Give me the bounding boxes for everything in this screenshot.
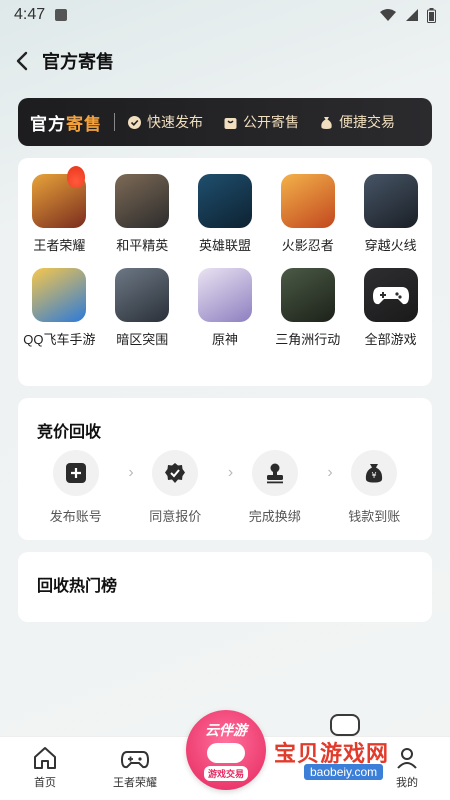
hot-recycle-title: 回收热门榜: [37, 578, 118, 595]
game-grid-card: 王者荣耀 和平精英 英雄联盟 火影忍者 穿越火线 QQ飞车手游 暗区突围 原神 三角洲行动 全部游…: [18, 158, 432, 386]
check-seal-icon: [165, 463, 186, 483]
game-thumbnail: [197, 174, 252, 228]
feature-easy-trade: 便捷交易: [319, 112, 395, 132]
game-thumbnail: [115, 268, 170, 322]
game-item[interactable]: 暗区突围: [101, 268, 184, 348]
gamepad-logo-icon: [330, 714, 360, 736]
game-item[interactable]: QQ飞车手游: [18, 268, 101, 348]
game-label: 火影忍者: [281, 238, 334, 253]
recycle-steps: 发布账号 › 同意报价 › 完成换绑 › ¥ 钱款到账: [18, 450, 432, 525]
money-bag-icon: [319, 115, 334, 130]
bid-recycle-title: 竞价回收: [37, 424, 102, 441]
game-thumbnail: [115, 174, 170, 228]
game-thumbnail: [280, 268, 335, 322]
game-label: 三角洲行动: [275, 332, 341, 347]
tab-game-trade[interactable]: 云伴游 游戏交易: [186, 710, 266, 790]
feature-public-consign: 公开寄售: [223, 112, 299, 132]
game-thumbnail: [32, 268, 87, 322]
bag-icon: [223, 115, 238, 130]
step-agree-quote: 同意报价 ›: [135, 450, 233, 525]
game-thumbnail: [363, 174, 418, 228]
feature-fast-publish: 快速发布: [127, 112, 203, 132]
all-games-icon: [363, 268, 418, 322]
game-label: 全部游戏: [364, 332, 417, 347]
svg-text:¥: ¥: [372, 471, 377, 480]
game-item[interactable]: 王者荣耀: [18, 166, 101, 254]
hot-flame-icon: [66, 166, 85, 188]
status-time: 4:47: [14, 6, 46, 23]
bid-recycle-card: 竞价回收 发布账号 › 同意报价 › 完成换绑 › ¥ 钱款到账: [18, 398, 432, 540]
chevron-right-icon: ›: [128, 464, 134, 481]
step-complete-rebind: 完成换绑 ›: [235, 450, 333, 525]
game-item[interactable]: 穿越火线: [349, 174, 432, 254]
tab-wzry[interactable]: 王者荣耀: [90, 748, 180, 800]
battery-icon: [427, 7, 436, 23]
banner-brand: 官方寄售: [30, 114, 102, 134]
signal-icon: [406, 9, 418, 21]
money-bag-icon: ¥: [366, 464, 383, 483]
notification-icon: [55, 9, 68, 21]
hot-recycle-card: 回收热门榜: [18, 552, 432, 622]
wifi-icon: [380, 9, 396, 21]
game-thumbnail: [197, 268, 252, 322]
game-label: 英雄联盟: [198, 238, 251, 253]
game-item[interactable]: 三角洲行动: [266, 268, 349, 348]
gamepad-icon: [121, 751, 149, 769]
banner-divider: [114, 113, 115, 131]
game-item[interactable]: 和平精英: [101, 174, 184, 254]
step-payment-received: ¥ 钱款到账: [334, 450, 414, 525]
game-label: 原神: [211, 332, 238, 347]
stamp-icon: [266, 463, 283, 484]
game-label: 和平精英: [116, 238, 169, 253]
page-header: 官方寄售: [0, 44, 450, 78]
game-grid: 王者荣耀 和平精英 英雄联盟 火影忍者 穿越火线 QQ飞车手游 暗区突围 原神 三角洲行动 全部游…: [18, 166, 432, 348]
watermark-logo: 宝贝游戏网 baobeiy.com: [270, 714, 450, 784]
game-label: QQ飞车手游: [23, 332, 96, 347]
game-thumbnail: [280, 174, 335, 228]
game-item[interactable]: 英雄联盟: [184, 174, 267, 254]
plus-square-icon: [65, 463, 86, 483]
game-label: 穿越火线: [364, 238, 417, 253]
page-title: 官方寄售: [42, 52, 114, 72]
status-bar: 4:47: [0, 0, 450, 30]
chevron-right-icon: ›: [227, 464, 234, 481]
game-item[interactable]: 原神: [184, 268, 267, 348]
tab-home[interactable]: 首页: [0, 746, 90, 800]
game-item[interactable]: 火影忍者: [266, 174, 349, 254]
game-label: 暗区突围: [116, 332, 169, 347]
consignment-banner: 官方寄售 快速发布 公开寄售 便捷交易: [18, 98, 432, 146]
home-icon: [34, 747, 56, 769]
cloud-icon: [207, 742, 245, 763]
game-label: 王者荣耀: [33, 238, 86, 253]
check-badge-icon: [127, 115, 142, 130]
step-publish-account: 发布账号 ›: [36, 450, 134, 525]
game-item[interactable]: 全部游戏: [349, 268, 432, 348]
chevron-right-icon: ›: [327, 464, 333, 481]
back-button[interactable]: [10, 49, 34, 73]
chevron-left-icon: [16, 51, 28, 71]
